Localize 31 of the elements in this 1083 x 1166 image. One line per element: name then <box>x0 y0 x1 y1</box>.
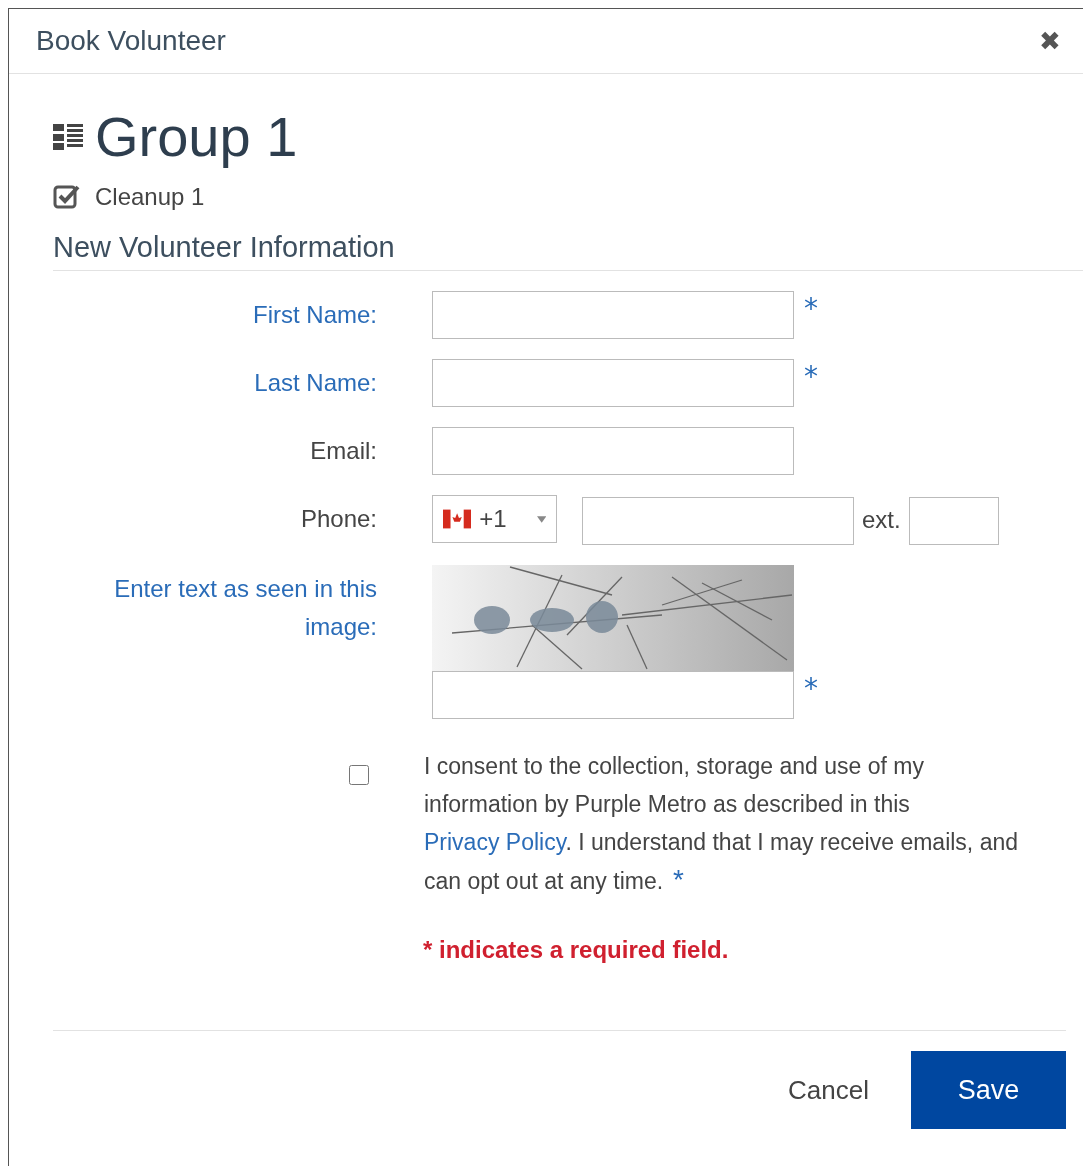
captcha-field[interactable] <box>432 671 794 719</box>
field-label: First Name: <box>252 300 377 330</box>
required-note: * indicates a required field. <box>423 936 730 964</box>
text-field[interactable] <box>432 359 794 407</box>
list-icon <box>53 123 83 150</box>
cancel-button[interactable]: Cancel <box>782 1073 875 1107</box>
required-marker: * <box>804 671 818 707</box>
activity-name: Cleanup 1 <box>95 183 205 211</box>
group-title: Group 1 <box>95 104 298 169</box>
required-marker: * <box>804 359 818 395</box>
consent-text: I consent to the collection, storage and use of my information by Purple Metro as described in this Privacy Policy. I understand that I may receive emails, and can opt out at any time. * <box>424 752 1019 897</box>
field-label: Email: <box>309 436 377 466</box>
close-button[interactable]: ✖ <box>1039 25 1061 57</box>
dialog-title: Book Volunteer <box>36 25 226 57</box>
text-field[interactable] <box>432 427 794 475</box>
field-label: Phone: <box>299 504 377 534</box>
required-marker: * <box>804 291 818 327</box>
ext-label: ext. <box>862 505 901 535</box>
section-title: New Volunteer Information <box>53 231 1083 271</box>
field-label: Enter text as seen in this image: <box>113 574 377 642</box>
save-button[interactable]: Save <box>911 1051 1066 1129</box>
text-field[interactable] <box>432 291 794 339</box>
extension-field[interactable] <box>908 497 999 545</box>
phone-field[interactable] <box>582 497 854 545</box>
field-label: Last Name: <box>253 368 377 398</box>
flag-icon <box>443 509 472 529</box>
privacy-policy-link[interactable]: Privacy Policy <box>424 829 566 855</box>
country-code-dropdown[interactable]: +1 <box>432 495 557 543</box>
caret-icon <box>536 515 546 523</box>
checked-box-icon <box>53 184 81 210</box>
consent-checkbox[interactable] <box>349 765 369 785</box>
